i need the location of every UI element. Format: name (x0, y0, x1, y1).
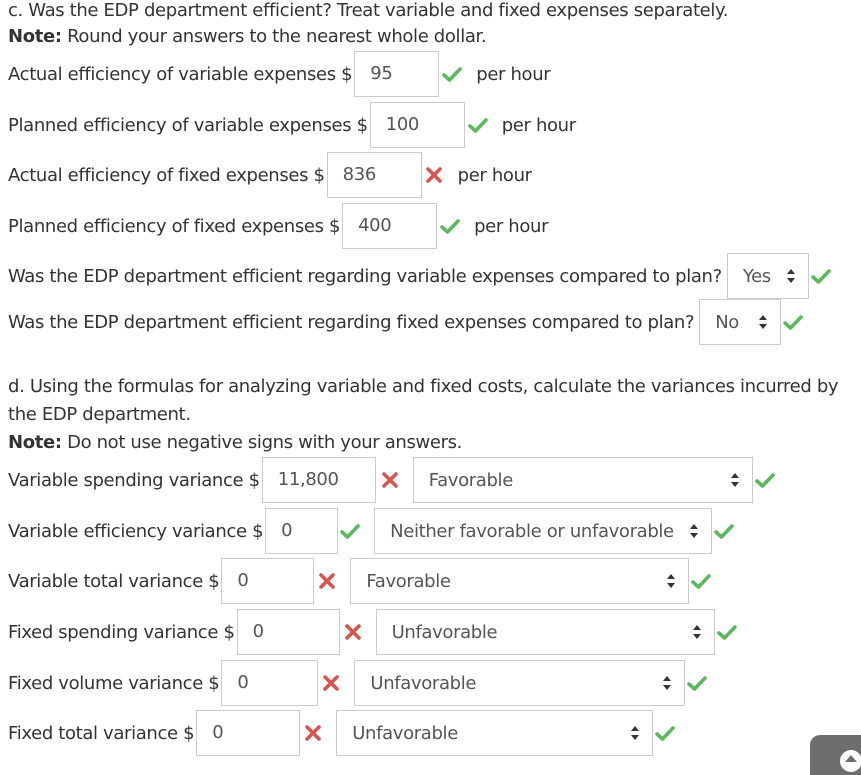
check-icon (442, 64, 463, 84)
variable-efficiency-variance-row: Variable efficiency variance $ 0 Neither… (8, 508, 734, 554)
unit-label: per hour (457, 164, 532, 186)
check-icon (687, 673, 708, 693)
check-icon (754, 470, 775, 490)
check-icon (691, 571, 712, 591)
variable-efficiency-variance-select[interactable]: Neither favorable or unfavorable (374, 508, 713, 554)
cross-icon (303, 723, 323, 743)
sort-updown-icon (663, 676, 672, 690)
field-label: Fixed spending variance $ (8, 621, 235, 643)
actual-variable-efficiency-input[interactable]: 95 (354, 51, 440, 97)
selected-value: Favorable (428, 469, 514, 491)
actual-variable-efficiency-row: Actual efficiency of variable expenses $… (8, 51, 551, 97)
check-icon (340, 521, 360, 541)
fixed-spending-variance-row: Fixed spending variance $ 0 Unfavorable (8, 609, 737, 655)
variable-total-variance-select[interactable]: Favorable (350, 558, 690, 604)
check-icon (467, 115, 488, 135)
variable-spending-variance-select[interactable]: Favorable (412, 457, 753, 503)
field-label: Variable total variance $ (8, 570, 220, 592)
check-icon (716, 622, 737, 642)
selected-value: Unfavorable (370, 672, 477, 694)
sort-updown-icon (759, 315, 768, 329)
field-label: Fixed volume variance $ (8, 672, 220, 694)
variable-efficiency-select[interactable]: Yes (726, 253, 809, 299)
fixed-efficiency-question-row: Was the EDP department efficient regardi… (8, 299, 803, 345)
fixed-total-variance-row: Fixed total variance $ 0 Unfavorable (8, 710, 676, 756)
note-text: Do not use negative signs with your answ… (61, 432, 463, 453)
unit-label: per hour (476, 63, 551, 85)
variable-total-variance-row: Variable total variance $ 0 Favorable (8, 558, 712, 604)
check-icon (655, 723, 676, 743)
note-text: Round your answers to the nearest whole … (61, 26, 487, 47)
fixed-total-variance-input[interactable]: 0 (196, 710, 301, 756)
field-label: Planned efficiency of fixed expenses $ (8, 215, 341, 237)
check-icon (811, 266, 831, 286)
selected-value: Unfavorable (391, 621, 498, 643)
check-icon (440, 216, 460, 236)
part-d-heading-line-2: the EDP department. (8, 404, 191, 425)
variable-efficiency-question-row: Was the EDP department efficient regardi… (8, 253, 831, 299)
unit-label: per hour (501, 114, 576, 136)
sort-updown-icon (730, 473, 740, 487)
planned-variable-efficiency-input[interactable]: 100 (369, 102, 465, 148)
fixed-total-variance-select[interactable]: Unfavorable (336, 710, 654, 756)
sort-updown-icon (631, 726, 640, 740)
selected-value: No (715, 311, 739, 333)
cross-icon (317, 571, 337, 591)
note-label: Note: (8, 26, 62, 47)
cross-icon (424, 165, 444, 185)
sort-updown-icon (690, 524, 699, 538)
selected-value: Neither favorable or unfavorable (390, 520, 674, 542)
scroll-to-top-button[interactable] (810, 735, 861, 775)
part-c-note: Note: Round your answers to the nearest … (8, 26, 487, 48)
field-label: Actual efficiency of variable expenses $ (8, 63, 353, 85)
fixed-volume-variance-select[interactable]: Unfavorable (354, 660, 686, 706)
fixed-spending-variance-input[interactable]: 0 (236, 609, 340, 655)
field-label: Actual efficiency of fixed expenses $ (8, 164, 325, 186)
field-label: Fixed total variance $ (8, 722, 195, 744)
fixed-spending-variance-select[interactable]: Unfavorable (375, 609, 715, 655)
variable-total-variance-input[interactable]: 0 (221, 558, 315, 604)
unit-label: per hour (474, 215, 549, 237)
fixed-volume-variance-row: Fixed volume variance $ 0 Unfavorable (8, 660, 708, 706)
check-icon (714, 521, 734, 541)
part-c-heading: c. Was the EDP department efficient? Tre… (8, 0, 729, 21)
field-label: Planned efficiency of variable expenses … (8, 114, 368, 136)
fixed-volume-variance-input[interactable]: 0 (221, 660, 319, 706)
check-icon (783, 312, 803, 332)
variable-spending-variance-row: Variable spending variance $ 11,800 Favo… (8, 457, 775, 503)
question-label: Was the EDP department efficient regardi… (8, 311, 695, 333)
part-d-note: Note: Do not use negative signs with you… (8, 432, 462, 454)
variable-spending-variance-input[interactable]: 11,800 (261, 457, 376, 503)
selected-value: Yes (742, 265, 771, 287)
field-label: Variable spending variance $ (8, 469, 260, 491)
cross-icon (321, 673, 341, 693)
planned-fixed-efficiency-input[interactable]: 400 (342, 203, 438, 249)
actual-fixed-efficiency-row: Actual efficiency of fixed expenses $ 83… (8, 152, 532, 198)
sort-updown-icon (786, 269, 796, 283)
note-label: Note: (8, 432, 62, 453)
question-label: Was the EDP department efficient regardi… (8, 265, 722, 287)
selected-value: Favorable (366, 570, 451, 592)
part-d-heading-line-1: d. Using the formulas for analyzing vari… (8, 376, 839, 397)
sort-updown-icon (692, 625, 702, 639)
variable-efficiency-variance-input[interactable]: 0 (265, 508, 339, 554)
planned-fixed-efficiency-row: Planned efficiency of fixed expenses $ 4… (8, 203, 548, 249)
fixed-efficiency-select[interactable]: No (699, 299, 782, 345)
sort-updown-icon (667, 574, 676, 588)
selected-value: Unfavorable (352, 722, 458, 744)
field-label: Variable efficiency variance $ (8, 520, 264, 542)
cross-icon (343, 622, 363, 642)
actual-fixed-efficiency-input[interactable]: 836 (326, 152, 422, 198)
planned-variable-efficiency-row: Planned efficiency of variable expenses … (8, 102, 576, 148)
cross-icon (380, 470, 400, 490)
chevron-up-icon (840, 750, 861, 772)
